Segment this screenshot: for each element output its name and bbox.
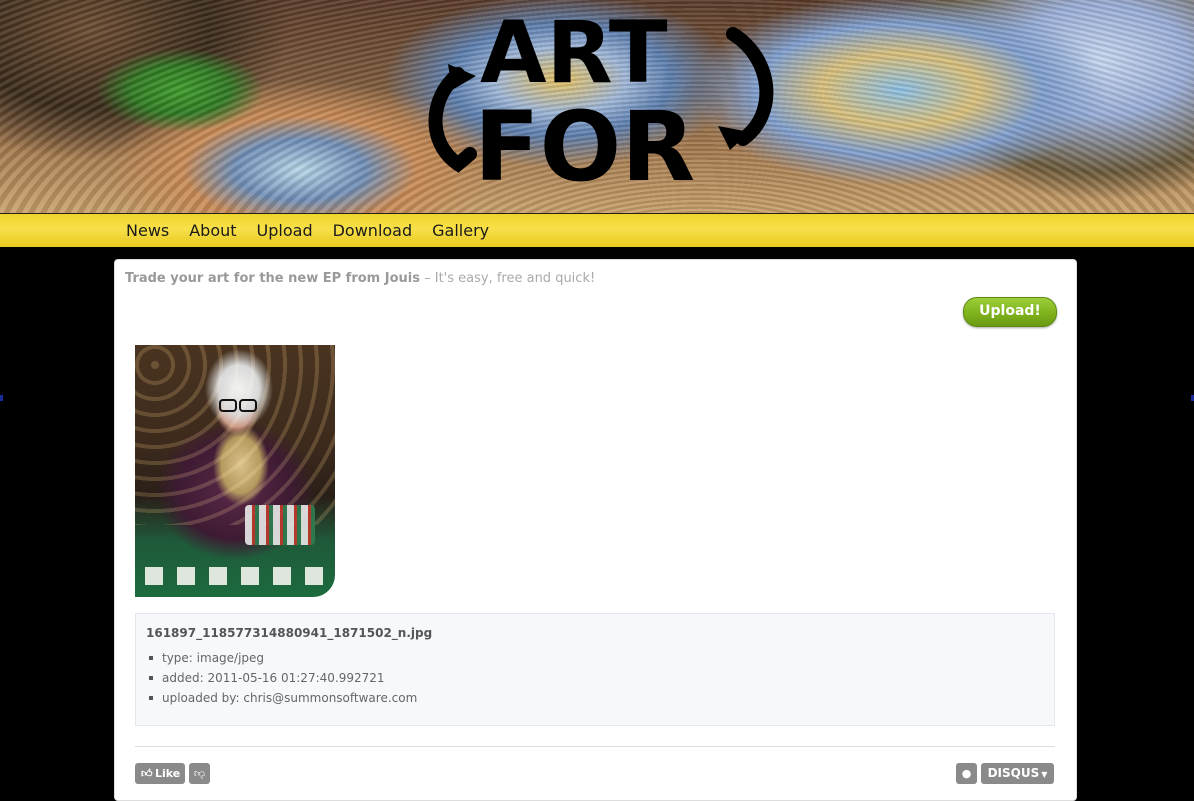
site-logo[interactable]: ART FOR xyxy=(418,3,778,204)
disqus-menu-button[interactable]: DISQUS ▼ xyxy=(981,763,1054,784)
like-label: Like xyxy=(155,767,181,780)
upload-button[interactable]: Upload! xyxy=(963,297,1057,327)
file-added: added: 2011-05-16 01:27:40.992721 xyxy=(146,668,417,688)
file-type: type: image/jpeg xyxy=(146,648,417,668)
logo-word-art: ART xyxy=(480,4,668,103)
disqus-brand: DISQUS xyxy=(987,766,1040,780)
nav-news[interactable]: News xyxy=(116,214,179,247)
file-name: 161897_118577314880941_1871502_n.jpg xyxy=(146,626,433,640)
thumbs-up-icon: 👍︎ xyxy=(141,767,153,780)
wallpaper-pattern xyxy=(135,345,335,525)
file-details: 161897_118577314880941_1871502_n.jpg typ… xyxy=(135,613,1055,726)
user-icon: ● xyxy=(961,767,972,780)
glasses-lens-right xyxy=(239,399,257,412)
file-meta-list: type: image/jpeg added: 2011-05-16 01:27… xyxy=(146,648,417,708)
main-nav: News About Upload Download Gallery xyxy=(0,213,1194,247)
logo-word-for: FOR xyxy=(474,91,695,203)
tagline: Trade your art for the new EP from Jouis… xyxy=(125,271,595,286)
tagline-headline: Trade your art for the new EP from Jouis xyxy=(125,271,420,286)
divider xyxy=(135,746,1055,747)
poker-chips xyxy=(245,505,315,545)
glasses-lens-left xyxy=(219,399,237,412)
artwork-image[interactable] xyxy=(135,345,335,597)
nav-download[interactable]: Download xyxy=(323,214,423,247)
like-button[interactable]: 👍︎ Like xyxy=(135,763,185,784)
content-panel: Trade your art for the new EP from Jouis… xyxy=(114,259,1077,801)
left-edge-marker xyxy=(0,395,3,401)
tagline-subtext: – It's easy, free and quick! xyxy=(419,271,596,286)
header-banner: ART FOR xyxy=(0,0,1194,213)
thumbs-down-icon: 👎︎ xyxy=(193,767,206,780)
caret-down-icon: ▼ xyxy=(1041,770,1048,779)
logo-graphic: ART FOR xyxy=(428,3,774,203)
nav-upload[interactable]: Upload xyxy=(247,214,323,247)
dislike-button[interactable]: 👎︎ xyxy=(189,763,210,784)
playing-cards xyxy=(145,567,325,585)
nav-gallery[interactable]: Gallery xyxy=(422,214,499,247)
file-uploader: uploaded by: chris@summonsoftware.com xyxy=(146,688,417,708)
user-profile-button[interactable]: ● xyxy=(956,763,977,784)
nav-about[interactable]: About xyxy=(179,214,246,247)
